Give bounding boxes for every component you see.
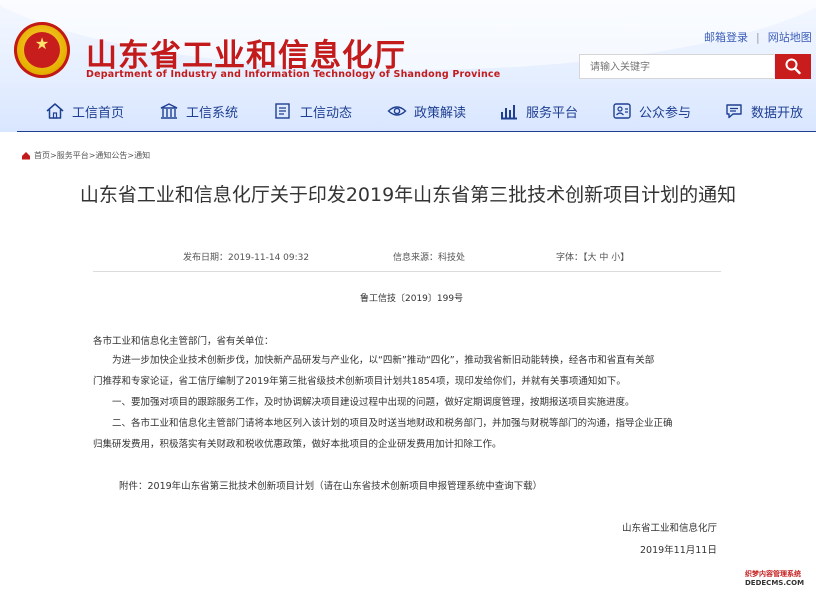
sitemap-link[interactable]: 网站地图 [768, 29, 812, 45]
site-subtitle: Department of Industry and Information T… [86, 69, 501, 80]
paragraph-3-line-1: 二、各市工业和信息化主管部门请将本地区列入该计划的项目及时送当地财政和税务部门，… [112, 418, 673, 429]
signature-organization: 山东省工业和信息化厅 [622, 523, 718, 534]
search-icon [785, 58, 801, 75]
nav-item-label: 工信首页 [72, 105, 125, 121]
eye-icon [387, 106, 407, 116]
search-input[interactable] [580, 55, 772, 80]
meta-divider [93, 271, 721, 272]
nav-item-open-data[interactable]: 数据开放 [724, 96, 803, 126]
search-box [579, 54, 774, 80]
nav-item-policy[interactable]: 政策解读 [387, 96, 466, 126]
chart-icon [501, 105, 517, 120]
document-number: 鲁工信技〔2019〕199号 [360, 294, 464, 304]
nav-item-home[interactable]: 工信首页 [45, 96, 124, 126]
national-emblem-icon[interactable]: ★ [14, 22, 70, 78]
nav-item-label: 政策解读 [414, 105, 467, 121]
paragraph-3-line-2: 归集研发费用，积极落实有关财政和税收优惠政策，做好本批项目的企业研发费用加计扣除… [93, 439, 502, 450]
font-size-label: 字体： [556, 253, 584, 263]
top-links: 邮箱登录 | 网站地图 [704, 29, 812, 45]
watermark-line-2: DEDECMS.COM [745, 579, 805, 587]
watermark-line-1: 织梦内容管理系统 [745, 570, 801, 578]
signature-date: 2019年11月11日 [640, 545, 717, 556]
publish-date: 发布日期：2019-11-14 09:32 [183, 253, 310, 263]
nav-divider [17, 131, 816, 132]
font-size-control: 字体：【大 中 小】 [556, 250, 629, 263]
info-source: 信息来源：科技处 [393, 253, 466, 263]
paragraph-2: 一、要加强对项目的跟踪服务工作，及时协调解决项目建设过程中出现的问题，做好定期调… [112, 397, 635, 408]
salutation: 各市工业和信息化主管部门，省有关单位： [93, 336, 274, 347]
nav-item-service[interactable]: 服务平台 [499, 96, 578, 126]
nav-item-news[interactable]: 工信动态 [273, 96, 352, 126]
nav-item-participation[interactable]: 公众参与 [612, 96, 691, 126]
nav-item-system[interactable]: 工信系统 [159, 96, 238, 126]
home-icon [22, 152, 30, 160]
home-icon [46, 103, 64, 119]
nav-item-label: 服务平台 [526, 105, 579, 121]
paragraph-1-line-1: 为进一步加快企业技术创新步伐，加快新产品研发与产业化，以“四新”推动“四化”，推… [112, 355, 655, 366]
paragraph-1-line-2: 门推荐和专家论证，省工信厅编制了2019年第三批省级技术创新项目计划共1854项… [93, 376, 626, 387]
site-header: ★ 山东省工业和信息化厅 Department of Industry and … [0, 0, 816, 132]
nav-item-label: 工信系统 [186, 105, 239, 121]
building-icon [160, 103, 178, 119]
nav-item-label: 工信动态 [300, 105, 353, 121]
watermark: 织梦内容管理系统 DEDECMS.COM [745, 570, 804, 588]
nav-item-label: 数据开放 [751, 105, 804, 121]
chat-icon [726, 104, 742, 119]
breadcrumb-text[interactable]: 首页>服务平台>通知公告>通知 [34, 150, 150, 161]
document-icon [275, 103, 290, 119]
breadcrumb: 首页>服务平台>通知公告>通知 [21, 150, 150, 161]
top-links-separator: | [756, 31, 760, 44]
nav-item-label: 公众参与 [639, 105, 692, 121]
search-button[interactable] [775, 54, 811, 79]
people-icon [613, 103, 631, 119]
article-title: 山东省工业和信息化厅关于印发2019年山东省第三批技术创新项目计划的通知 [79, 184, 737, 206]
main-nav: 工信首页 工信系统 工信动态 政策解读 服务平台 公众参与 数据开放 [0, 96, 816, 126]
font-size-options[interactable]: 【大 中 小】 [583, 253, 629, 263]
mail-login-link[interactable]: 邮箱登录 [704, 29, 748, 45]
attachment-link[interactable]: 附件：2019年山东省第三批技术创新项目计划（请在山东省技术创新项目申报管理系统… [119, 478, 769, 495]
star-icon: ★ [34, 34, 50, 53]
